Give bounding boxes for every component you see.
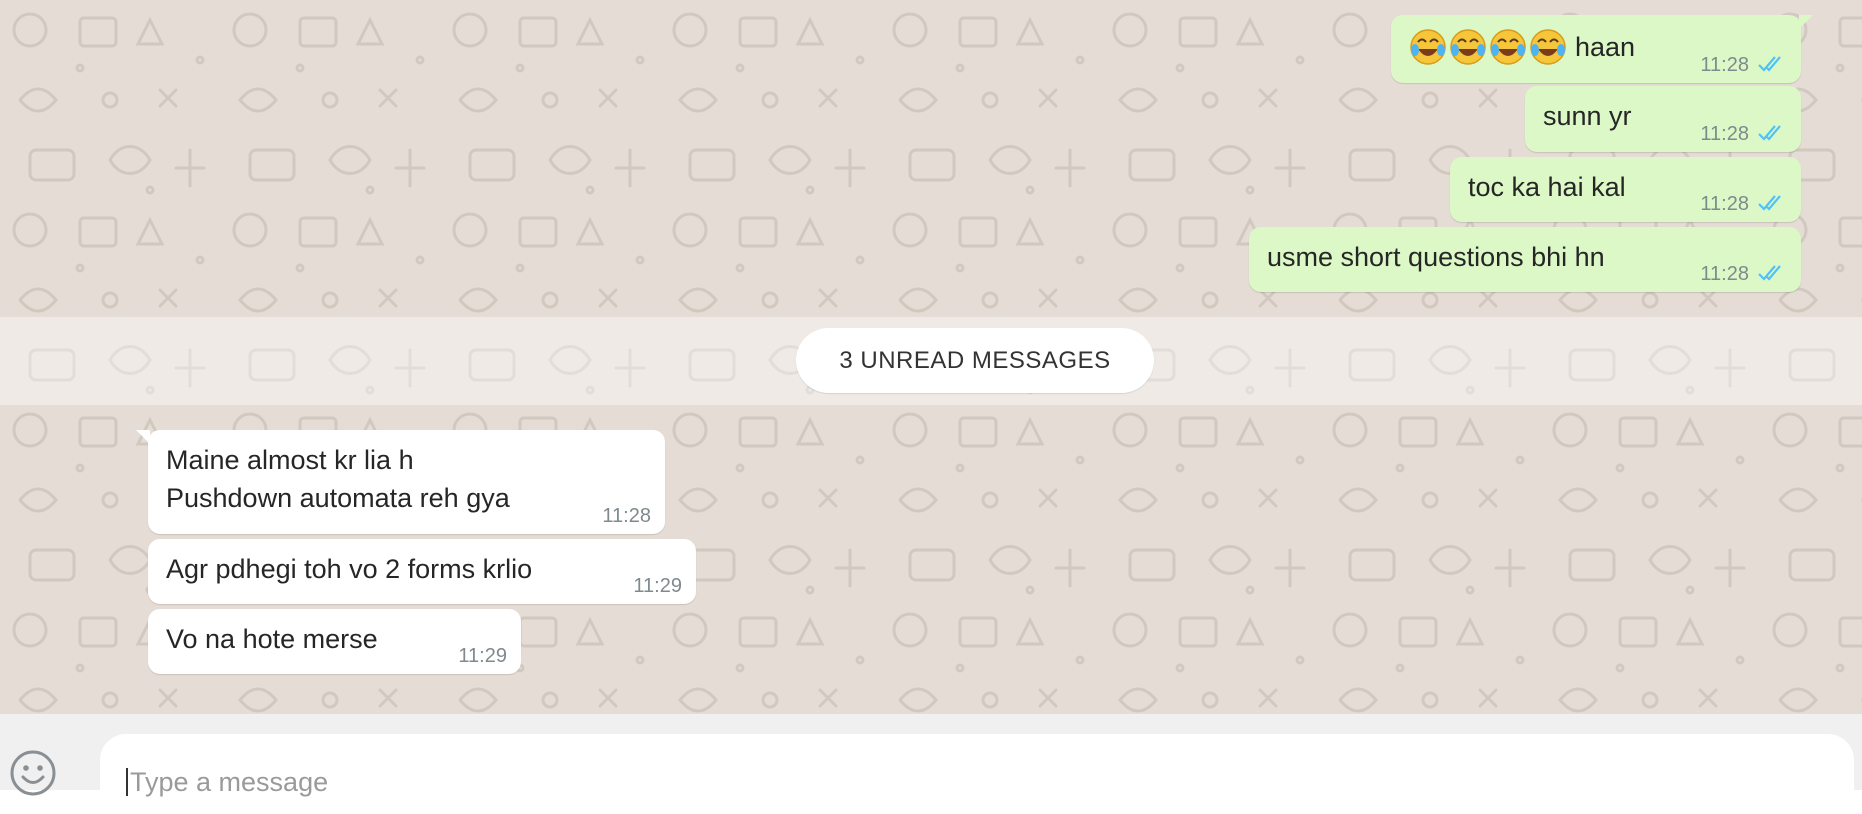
message-time: 11:28 [1700,263,1749,285]
message-time: 11:29 [458,645,507,667]
face-with-tears-of-joy-icon [1410,29,1446,65]
outgoing-message[interactable]: sunn yr 11:28 [1525,86,1801,152]
message-text: Agr pdhegi toh vo 2 forms krlio [166,554,533,584]
smiley-icon[interactable] [8,748,58,798]
outgoing-message[interactable]: toc ka hai kal 11:28 [1450,157,1801,222]
message-time: 11:28 [1700,193,1749,215]
unread-messages-label: 3 UNREAD MESSAGES [796,328,1154,393]
message-input[interactable] [130,764,1830,800]
message-time: 11:29 [633,575,682,597]
message-time: 11:28 [1700,54,1749,76]
message-composer-bar [0,714,1862,814]
bubble-tail [136,430,150,444]
message-text: sunn yr [1543,101,1632,131]
incoming-message[interactable]: Vo na hote merse 11:29 [148,609,521,674]
message-text: toc ka hai kal [1468,172,1626,202]
face-with-tears-of-joy-icon [1530,29,1566,65]
face-with-tears-of-joy-icon [1490,29,1526,65]
bubble-tail [1799,15,1813,29]
outgoing-message[interactable]: usme short questions bhi hn 11:28 [1249,227,1801,292]
message-time: 11:28 [1700,123,1749,145]
incoming-message[interactable]: Agr pdhegi toh vo 2 forms krlio 11:29 [148,539,696,604]
emoji-group [1409,28,1569,66]
outgoing-message[interactable]: haan 11:28 [1391,15,1813,83]
message-text: Vo na hote merse [166,624,378,654]
face-with-tears-of-joy-icon [1450,29,1486,65]
double-check-read-icon [1758,265,1781,281]
text-caret [126,768,128,796]
chat-panel[interactable]: haan 11:28 sunn yr 11:28 toc ka hai kal … [0,0,1862,714]
message-text: usme short questions bhi hn [1267,242,1605,272]
message-text-line: Pushdown automata reh gya [166,483,510,513]
incoming-message[interactable]: Maine almost kr lia h Pushdown automata … [136,430,665,534]
message-text-line: Maine almost kr lia h [166,445,414,475]
double-check-read-icon [1758,125,1781,141]
message-time: 11:28 [602,505,651,527]
message-text: haan [1575,31,1636,62]
message-input-box[interactable] [100,734,1854,814]
double-check-read-icon [1758,195,1781,211]
double-check-read-icon [1758,56,1781,72]
